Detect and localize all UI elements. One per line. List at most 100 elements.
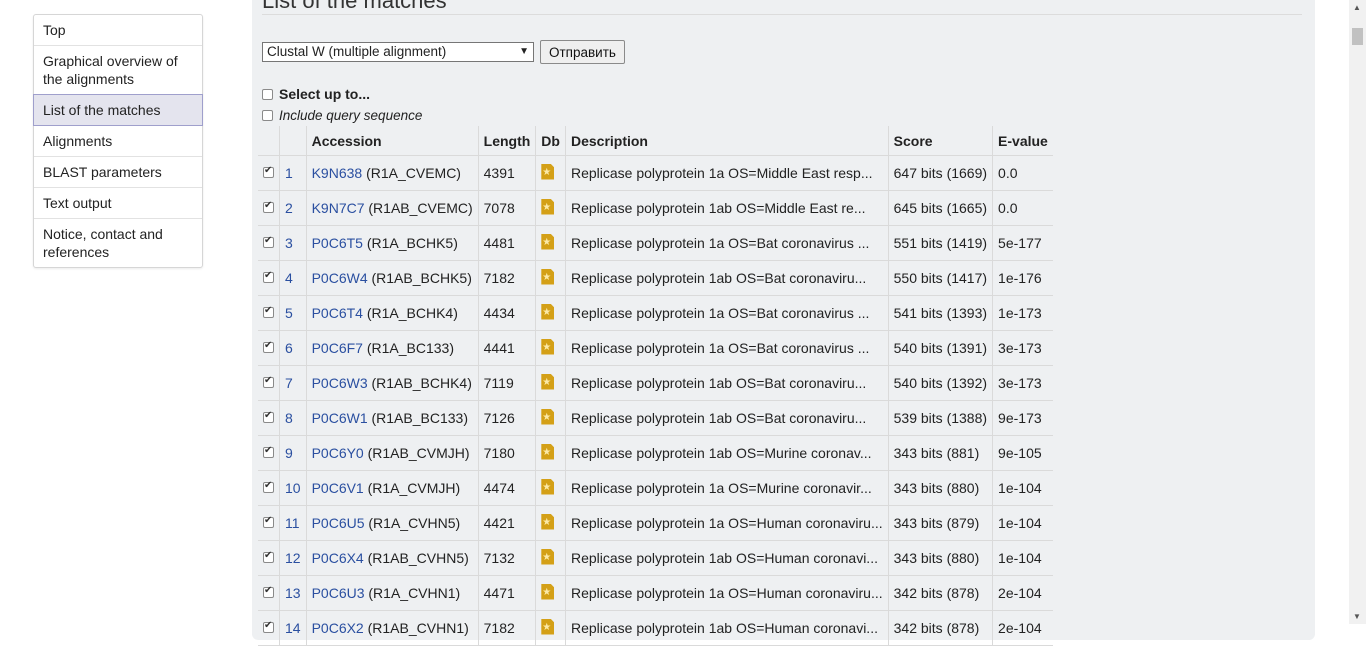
header-db: Db <box>535 126 566 156</box>
table-row: 9 P0C6Y0 (R1AB_CVMJH) 7180 Replicase pol… <box>258 435 1053 471</box>
header-length: Length <box>478 126 537 156</box>
accession-link[interactable]: P0C6U5 <box>312 515 365 531</box>
table-row: 5 P0C6T4 (R1A_BCHK4) 4434 Replicase poly… <box>258 295 1053 331</box>
select-up-to-checkbox[interactable] <box>262 88 273 100</box>
row-rank-link[interactable]: 6 <box>285 340 293 356</box>
row-description-cell: Replicase polyprotein 1ab OS=Human coron… <box>565 540 889 576</box>
row-rank-link[interactable]: 10 <box>285 480 301 496</box>
accession-link[interactable]: P0C6T5 <box>312 235 363 251</box>
accession-link[interactable]: P0C6W1 <box>312 410 368 426</box>
sidebar-item-alignments[interactable]: Alignments <box>34 126 202 157</box>
row-evalue-cell: 1e-173 <box>992 295 1053 331</box>
row-rank-link[interactable]: 8 <box>285 410 293 426</box>
sidebar-item-top[interactable]: Top <box>34 15 202 46</box>
uniprot-doc-icon[interactable] <box>541 373 555 390</box>
row-description-cell: Replicase polyprotein 1a OS=Middle East … <box>565 155 889 191</box>
row-select-cell <box>258 260 280 296</box>
uniprot-doc-icon[interactable] <box>541 268 555 285</box>
row-checkbox[interactable] <box>263 445 274 458</box>
row-checkbox[interactable] <box>263 480 274 493</box>
uniprot-doc-icon[interactable] <box>541 548 555 565</box>
accession-link[interactable]: P0C6W4 <box>312 270 368 286</box>
row-checkbox[interactable] <box>263 305 274 318</box>
row-rank-cell: 4 <box>279 260 307 296</box>
accession-link[interactable]: P0C6T4 <box>312 305 363 321</box>
scroll-down-arrow-icon[interactable]: ▼ <box>1353 612 1361 621</box>
uniprot-doc-icon[interactable] <box>541 338 555 355</box>
uniprot-doc-icon[interactable] <box>541 618 555 635</box>
accession-link[interactable]: P0C6W3 <box>312 375 368 391</box>
row-rank-link[interactable]: 5 <box>285 305 293 321</box>
row-length-cell: 7126 <box>478 400 537 436</box>
row-length-cell: 4441 <box>478 330 537 366</box>
row-rank-link[interactable]: 13 <box>285 585 301 601</box>
row-evalue-cell: 1e-176 <box>992 260 1053 296</box>
row-rank-link[interactable]: 9 <box>285 445 293 461</box>
uniprot-doc-icon[interactable] <box>541 303 555 320</box>
table-row: 8 P0C6W1 (R1AB_BC133) 7126 Replicase pol… <box>258 400 1053 436</box>
row-rank-link[interactable]: 3 <box>285 235 293 251</box>
row-rank-link[interactable]: 7 <box>285 375 293 391</box>
row-rank-link[interactable]: 12 <box>285 550 301 566</box>
uniprot-doc-icon[interactable] <box>541 233 555 250</box>
scroll-thumb[interactable] <box>1352 28 1363 45</box>
sidebar-item-text-output[interactable]: Text output <box>34 188 202 219</box>
row-accession-cell: P0C6X2 (R1AB_CVHN1) <box>306 610 479 646</box>
row-checkbox[interactable] <box>263 200 274 213</box>
alignment-format-select[interactable]: Clustal W (multiple alignment) ▼ <box>262 42 534 62</box>
entry-name: (R1A_BCHK4) <box>366 305 458 321</box>
row-select-cell <box>258 155 280 191</box>
row-checkbox[interactable] <box>263 550 274 563</box>
row-rank-link[interactable]: 14 <box>285 620 301 636</box>
row-checkbox[interactable] <box>263 375 274 388</box>
accession-link[interactable]: P0C6F7 <box>312 340 363 356</box>
table-row: 11 P0C6U5 (R1A_CVHN5) 4421 Replicase pol… <box>258 505 1053 541</box>
accession-link[interactable]: P0C6V1 <box>312 480 364 496</box>
accession-link[interactable]: P0C6U3 <box>312 585 365 601</box>
row-checkbox[interactable] <box>263 585 274 598</box>
row-checkbox[interactable] <box>263 340 274 353</box>
row-db-cell <box>535 295 566 331</box>
row-checkbox[interactable] <box>263 235 274 248</box>
uniprot-doc-icon[interactable] <box>541 163 555 180</box>
row-checkbox[interactable] <box>263 165 274 178</box>
row-checkbox[interactable] <box>263 270 274 283</box>
uniprot-doc-icon[interactable] <box>541 513 555 530</box>
accession-link[interactable]: K9N7C7 <box>312 200 365 216</box>
row-rank-link[interactable]: 11 <box>285 515 300 531</box>
row-rank-link[interactable]: 4 <box>285 270 293 286</box>
uniprot-doc-icon[interactable] <box>541 443 555 460</box>
row-select-cell <box>258 330 280 366</box>
header-evalue: E-value <box>992 126 1053 156</box>
page-scrollbar[interactable]: ▲ ▼ <box>1349 0 1366 624</box>
accession-link[interactable]: P0C6X4 <box>312 550 364 566</box>
sidebar-item-blast-parameters[interactable]: BLAST parameters <box>34 157 202 188</box>
sidebar-item-graphical-overview[interactable]: Graphical overview of the alignments <box>34 46 202 95</box>
sidebar-item-list-of-matches[interactable]: List of the matches <box>33 94 203 126</box>
header-score: Score <box>888 126 994 156</box>
table-row: 10 P0C6V1 (R1A_CVMJH) 4474 Replicase pol… <box>258 470 1053 506</box>
row-score-cell: 342 bits (878) <box>888 575 994 611</box>
accession-link[interactable]: P0C6X2 <box>312 620 364 636</box>
row-checkbox[interactable] <box>263 515 274 528</box>
row-rank-link[interactable]: 1 <box>285 165 293 181</box>
sidebar-nav: Top Graphical overview of the alignments… <box>33 14 203 268</box>
uniprot-doc-icon[interactable] <box>541 478 555 495</box>
row-rank-link[interactable]: 2 <box>285 200 293 216</box>
include-query-checkbox[interactable] <box>262 110 273 121</box>
row-rank-cell: 3 <box>279 225 307 261</box>
row-accession-cell: P0C6T4 (R1A_BCHK4) <box>306 295 479 331</box>
submit-button[interactable]: Отправить <box>540 40 625 64</box>
uniprot-doc-icon[interactable] <box>541 583 555 600</box>
row-db-cell <box>535 260 566 296</box>
entry-name: (R1AB_CVEMC) <box>368 200 473 216</box>
row-checkbox[interactable] <box>263 410 274 423</box>
accession-link[interactable]: P0C6Y0 <box>312 445 364 461</box>
accession-link[interactable]: K9N638 <box>312 165 363 181</box>
scroll-up-arrow-icon[interactable]: ▲ <box>1353 3 1361 12</box>
uniprot-doc-icon[interactable] <box>541 198 555 215</box>
uniprot-doc-icon[interactable] <box>541 408 555 425</box>
table-row: 12 P0C6X4 (R1AB_CVHN5) 7132 Replicase po… <box>258 540 1053 576</box>
row-rank-cell: 14 <box>279 610 307 646</box>
sidebar-item-notice[interactable]: Notice, contact and references <box>34 219 202 267</box>
